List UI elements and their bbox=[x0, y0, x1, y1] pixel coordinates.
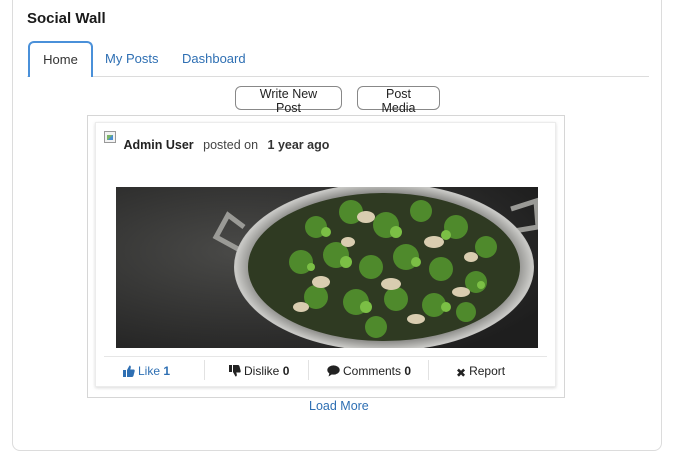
action-divider bbox=[204, 360, 205, 380]
tab-dashboard[interactable]: Dashboard bbox=[182, 41, 246, 77]
post-media-button[interactable]: Post Media bbox=[357, 86, 440, 115]
dislike-count: 0 bbox=[282, 364, 290, 378]
social-wall-card: Social Wall Home My Posts Dashboard Writ… bbox=[12, 0, 662, 451]
like-button[interactable]: Like 1 bbox=[123, 364, 170, 380]
dislike-label: Dislike bbox=[244, 364, 280, 378]
post-author[interactable]: Admin User bbox=[123, 138, 193, 152]
tab-bar: Home My Posts Dashboard bbox=[27, 41, 649, 77]
page-title: Social Wall bbox=[27, 10, 106, 27]
broccoli-chicken-photo bbox=[116, 187, 538, 348]
comment-icon bbox=[327, 365, 340, 377]
action-divider bbox=[428, 360, 429, 380]
tab-home[interactable]: Home bbox=[28, 41, 93, 77]
comments-count: 0 bbox=[404, 364, 412, 378]
post-container: Admin User posted on 1 year ago Like 1 D… bbox=[87, 115, 565, 398]
post-card: Admin User posted on 1 year ago Like 1 D… bbox=[95, 122, 556, 387]
thumbs-up-icon bbox=[123, 365, 135, 377]
load-more-link[interactable]: Load More bbox=[309, 399, 369, 413]
tab-my-posts[interactable]: My Posts bbox=[105, 41, 158, 77]
write-new-post-button[interactable]: Write New Post bbox=[235, 86, 342, 115]
avatar bbox=[104, 131, 118, 151]
comments-label: Comments bbox=[343, 364, 402, 378]
like-count: 1 bbox=[163, 364, 171, 378]
comments-button[interactable]: Comments 0 bbox=[327, 364, 411, 380]
post-image[interactable] bbox=[116, 187, 538, 348]
posted-on-label: posted on bbox=[203, 138, 259, 152]
action-divider bbox=[308, 360, 309, 380]
post-header: Admin User posted on 1 year ago bbox=[104, 131, 330, 152]
dislike-button[interactable]: Dislike 0 bbox=[229, 364, 289, 380]
like-label: Like bbox=[138, 364, 161, 378]
report-button[interactable]: ✖ Report bbox=[456, 364, 505, 380]
report-label: Report bbox=[469, 364, 506, 378]
post-time: 1 year ago bbox=[267, 138, 330, 152]
thumbs-down-icon bbox=[229, 365, 241, 377]
close-icon: ✖ bbox=[456, 366, 467, 380]
post-actions: Like 1 Dislike 0 Comments 0 ✖ Report bbox=[104, 356, 547, 382]
